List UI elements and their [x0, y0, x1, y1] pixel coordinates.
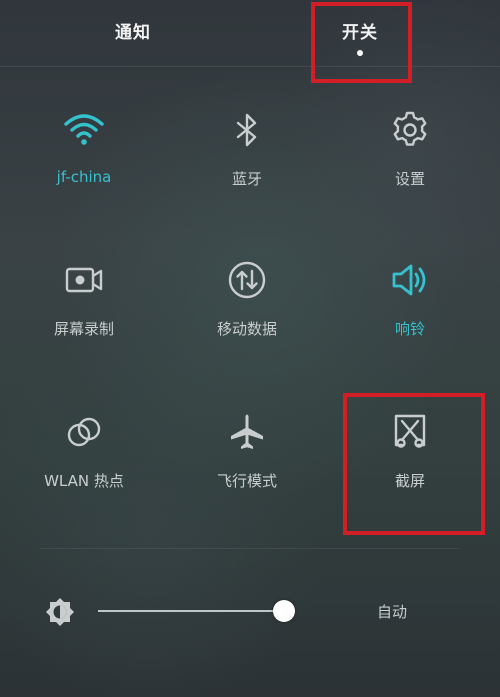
toggle-mobile-data[interactable]: 移动数据 — [172, 258, 322, 368]
toggle-wifi[interactable]: jf-china — [9, 108, 159, 218]
toggle-hotspot[interactable]: WLAN 热点 — [9, 410, 159, 520]
brightness-icon — [44, 596, 76, 628]
bluetooth-icon — [225, 108, 269, 152]
toggle-settings-label: 设置 — [394, 170, 425, 188]
hotspot-icon — [62, 410, 106, 454]
toggle-airplane-label: 飞行模式 — [216, 472, 277, 490]
ringer-icon — [388, 258, 432, 302]
toggle-screen-record[interactable]: 屏幕录制 — [9, 258, 159, 368]
toggle-settings[interactable]: 设置 — [335, 108, 485, 218]
gear-icon — [388, 108, 432, 152]
toggle-bluetooth-label: 蓝牙 — [231, 170, 262, 188]
airplane-icon — [225, 410, 269, 454]
screen-record-icon — [62, 258, 106, 302]
wifi-icon — [62, 108, 106, 152]
tab-bar: 通知 开关 — [0, 0, 500, 67]
divider — [40, 548, 460, 549]
toggle-wifi-label: jf-china — [56, 168, 112, 186]
toggle-mobile-data-label: 移动数据 — [216, 320, 277, 338]
mobile-data-icon — [225, 258, 269, 302]
toggle-ringer[interactable]: 响铃 — [335, 258, 485, 368]
toggle-screen-record-label: 屏幕录制 — [53, 320, 114, 338]
tab-notifications[interactable]: 通知 — [73, 18, 193, 43]
toggle-hotspot-label: WLAN 热点 — [44, 472, 124, 490]
brightness-slider-thumb[interactable] — [273, 600, 296, 622]
brightness-slider[interactable] — [98, 600, 296, 622]
highlight-box-toggles-tab — [311, 2, 412, 83]
toggle-bluetooth[interactable]: 蓝牙 — [172, 108, 322, 218]
highlight-box-screenshot — [343, 393, 485, 535]
toggle-airplane[interactable]: 飞行模式 — [172, 410, 322, 520]
toggle-ringer-label: 响铃 — [394, 320, 425, 338]
auto-brightness-toggle[interactable]: 自动 — [360, 601, 424, 622]
brightness-slider-fill — [98, 610, 285, 612]
